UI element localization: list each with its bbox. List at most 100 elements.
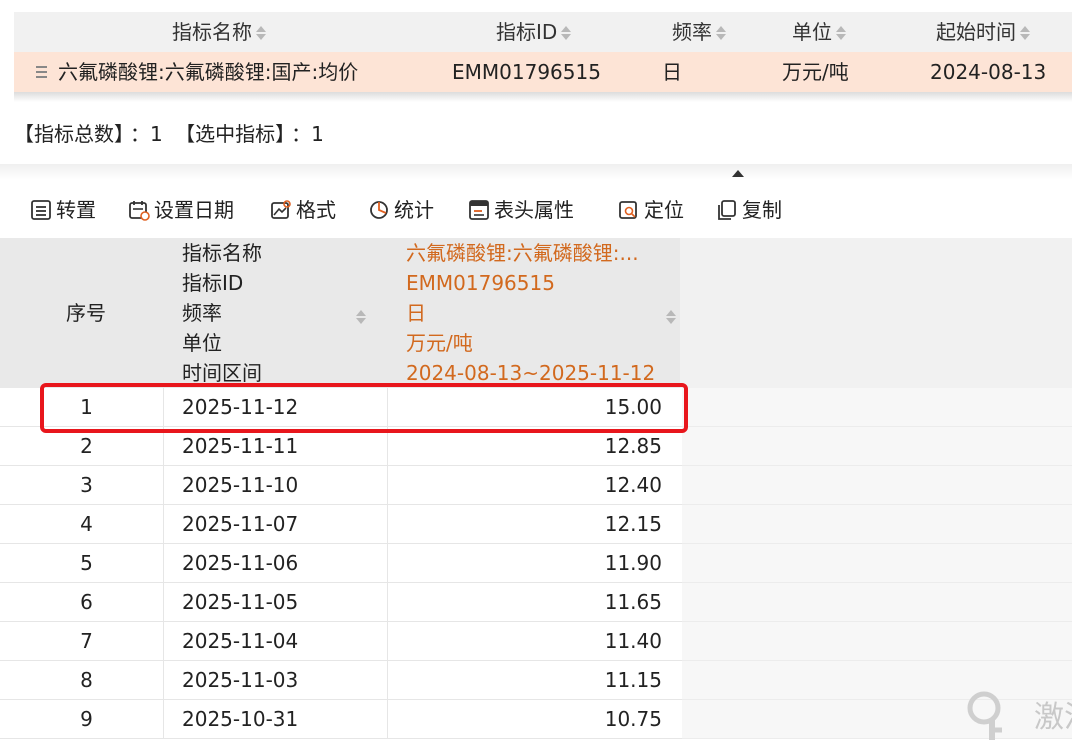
- table-row[interactable]: 2 2025-11-11 12.85: [0, 427, 1072, 466]
- transpose-label: 转置: [56, 198, 96, 222]
- seq-column-header[interactable]: 序号: [66, 298, 106, 328]
- activation-watermark: 激活: [962, 686, 1072, 740]
- table-row[interactable]: 5 2025-11-06 11.90: [0, 544, 1072, 583]
- column-header-unit-label: 单位: [792, 20, 832, 44]
- column-header-id-label: 指标ID: [496, 20, 558, 44]
- header-label-name: 指标名称: [182, 241, 262, 265]
- row-date: 2025-11-03: [164, 661, 388, 700]
- indicator-unit-cell: 万元/吨: [782, 60, 849, 84]
- row-date: 2025-11-07: [164, 505, 388, 544]
- locate-label: 定位: [644, 198, 684, 222]
- sort-icon[interactable]: [716, 25, 726, 41]
- row-date: 2025-11-11: [164, 427, 388, 466]
- watermark-text: 激活: [1034, 700, 1072, 735]
- row-date: 2025-11-05: [164, 583, 388, 622]
- header-value-unit: 万元/吨: [406, 331, 473, 355]
- row-date: 2025-11-12: [164, 388, 388, 427]
- stats-button[interactable]: 统计: [368, 188, 444, 232]
- panel-divider[interactable]: [0, 164, 1072, 180]
- sort-icon[interactable]: [1020, 25, 1030, 41]
- date-column-sort[interactable]: [356, 304, 366, 328]
- table-row[interactable]: 3 2025-11-10 12.40: [0, 466, 1072, 505]
- row-value: 11.15: [604, 668, 662, 692]
- copy-label: 复制: [742, 198, 782, 222]
- indicator-start-cell: 2024-08-13: [930, 60, 1047, 84]
- grid-header: 序号 指标名称 指标ID 频率 单位 时间区间 六氟磷酸锂:六氟磷酸锂:... …: [0, 238, 1072, 388]
- sort-icon[interactable]: [836, 25, 846, 41]
- row-date: 2025-11-10: [164, 466, 388, 505]
- stats-label: 统计: [394, 198, 434, 222]
- total-value: ：1: [130, 122, 163, 146]
- row-seq: 2: [80, 434, 93, 458]
- row-date: 2025-11-06: [164, 544, 388, 583]
- sort-icon[interactable]: [666, 309, 676, 325]
- row-value: 11.90: [604, 551, 662, 575]
- header-labels: 指标名称 指标ID 频率 单位 时间区间: [182, 238, 262, 388]
- table-row[interactable]: 9 2025-10-31 10.75: [0, 700, 1072, 739]
- column-header-start[interactable]: 起始时间: [936, 12, 1030, 52]
- drag-handle-icon[interactable]: [36, 52, 48, 92]
- locate-icon: [619, 201, 637, 219]
- sort-icon[interactable]: [256, 25, 266, 41]
- column-header-frequency[interactable]: 频率: [672, 12, 726, 52]
- row-seq: 4: [80, 512, 93, 536]
- total-label: 【指标总数】: [14, 122, 124, 146]
- selected-value: ：1: [291, 122, 324, 146]
- data-grid: 序号 指标名称 指标ID 频率 单位 时间区间 六氟磷酸锂:六氟磷酸锂:... …: [0, 238, 1072, 740]
- copy-icon: [718, 200, 736, 220]
- header-values: 六氟磷酸锂:六氟磷酸锂:... EMM01796515 日 万元/吨 2024-…: [406, 238, 655, 388]
- selected-label: 【选中指标】: [175, 122, 286, 146]
- column-header-start-label: 起始时间: [936, 20, 1016, 44]
- format-icon: [271, 200, 291, 219]
- copy-button[interactable]: 复制: [716, 188, 792, 232]
- header-props-button[interactable]: 表头属性: [468, 188, 584, 232]
- column-header-unit[interactable]: 单位: [792, 12, 846, 52]
- pie-chart-icon: [370, 201, 388, 219]
- table-row[interactable]: 6 2025-11-05 11.65: [0, 583, 1072, 622]
- indicator-list-panel: 指标名称 指标ID 频率 单位 起始时间 六氟磷酸锂:六氟磷酸锂:国产:均价 E…: [0, 0, 1072, 104]
- column-header-name[interactable]: 指标名称: [172, 12, 266, 52]
- row-value: 12.85: [604, 434, 662, 458]
- column-header-id[interactable]: 指标ID: [496, 12, 572, 52]
- sort-icon[interactable]: [356, 309, 366, 325]
- value-column-sort[interactable]: [666, 304, 676, 328]
- header-label-unit: 单位: [182, 331, 222, 355]
- row-value: 12.15: [604, 512, 662, 536]
- column-header-frequency-label: 频率: [672, 20, 712, 44]
- table-row[interactable]: 7 2025-11-04 11.40: [0, 622, 1072, 661]
- header-label-range: 时间区间: [182, 361, 262, 385]
- row-seq: 9: [80, 707, 93, 731]
- format-label: 格式: [296, 198, 336, 222]
- indicator-summary: 【指标总数】 ：1 【选中指标】 ：1: [14, 118, 330, 150]
- set-date-label: 设置日期: [154, 198, 234, 222]
- locate-button[interactable]: 定位: [618, 188, 694, 232]
- row-seq: 3: [80, 473, 93, 497]
- row-value: 11.40: [604, 629, 662, 653]
- grid-rows: 1 2025-11-12 15.00 2 2025-11-11 12.85 3 2025-…: [0, 388, 1072, 739]
- table-row[interactable]: 8 2025-11-03 11.15: [0, 661, 1072, 700]
- row-seq: 1: [80, 395, 93, 419]
- row-seq: 5: [80, 551, 93, 575]
- row-seq: 6: [80, 590, 93, 614]
- sort-icon[interactable]: [561, 25, 572, 41]
- header-value-name: 六氟磷酸锂:六氟磷酸锂:...: [406, 241, 639, 265]
- transpose-icon: [31, 200, 51, 220]
- indicator-id-cell: EMM01796515: [452, 60, 601, 84]
- column-header-name-label: 指标名称: [172, 20, 252, 44]
- row-value: 10.75: [604, 707, 662, 731]
- header-props-label: 表头属性: [494, 198, 574, 222]
- header-label-frequency: 频率: [182, 301, 222, 325]
- row-value: 12.40: [604, 473, 662, 497]
- toolbar: 转置 设置日期 格式 统计 表头属性 定位 复制: [0, 188, 1072, 232]
- format-button[interactable]: 格式: [270, 188, 346, 232]
- key-icon: [967, 691, 1002, 740]
- row-date: 2025-11-04: [164, 622, 388, 661]
- row-date: 2025-10-31: [164, 700, 388, 739]
- transpose-button[interactable]: 转置: [30, 188, 106, 232]
- collapse-arrow-icon[interactable]: [732, 170, 744, 177]
- table-row[interactable]: 4 2025-11-07 12.15: [0, 505, 1072, 544]
- table-row[interactable]: 1 2025-11-12 15.00: [0, 388, 1072, 427]
- set-date-button[interactable]: 设置日期: [128, 188, 244, 232]
- header-value-frequency: 日: [406, 301, 426, 325]
- indicator-frequency-cell: 日: [662, 60, 682, 84]
